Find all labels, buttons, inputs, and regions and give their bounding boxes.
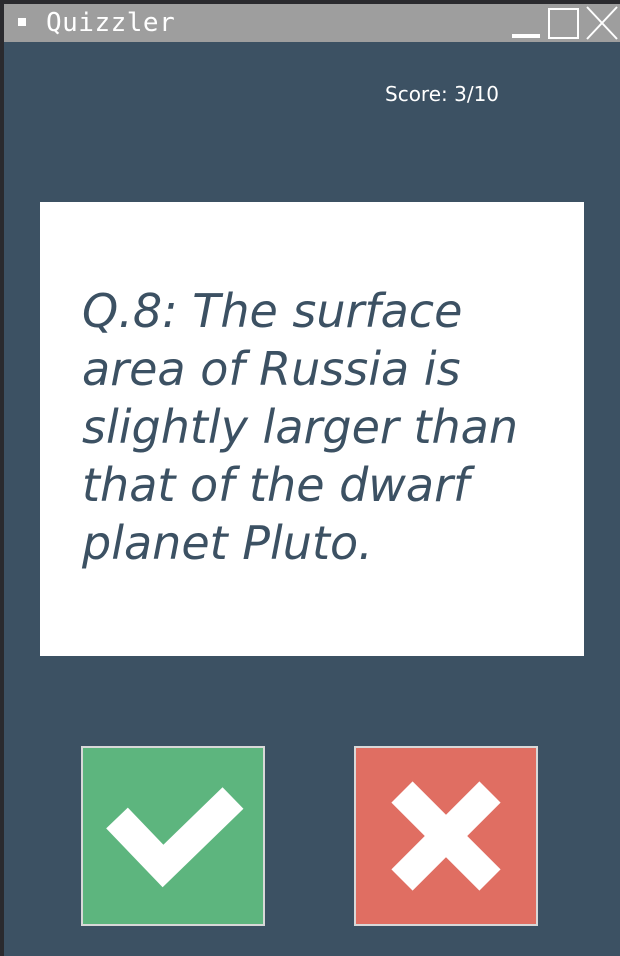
check-icon <box>106 787 244 888</box>
score-label: Score: 3/10 <box>385 82 500 106</box>
window-menu-icon[interactable] <box>18 18 26 26</box>
window-title: Quizzler <box>46 8 176 38</box>
quiz-window: Quizzler Score: 3/10 Q.8: The surface ar… <box>4 4 620 956</box>
minimize-button[interactable] <box>508 4 544 42</box>
question-card: Q.8: The surface area of Russia is sligh… <box>40 202 584 656</box>
false-button[interactable] <box>354 746 538 926</box>
close-button[interactable] <box>584 4 620 42</box>
cross-icon <box>391 781 501 891</box>
question-text: Q.8: The surface area of Russia is sligh… <box>82 284 518 570</box>
true-button[interactable] <box>81 746 265 926</box>
close-icon <box>586 6 618 40</box>
maximize-icon <box>548 8 579 39</box>
minimize-icon <box>512 34 540 38</box>
window-titlebar[interactable]: Quizzler <box>4 4 620 42</box>
maximize-button[interactable] <box>546 4 582 42</box>
